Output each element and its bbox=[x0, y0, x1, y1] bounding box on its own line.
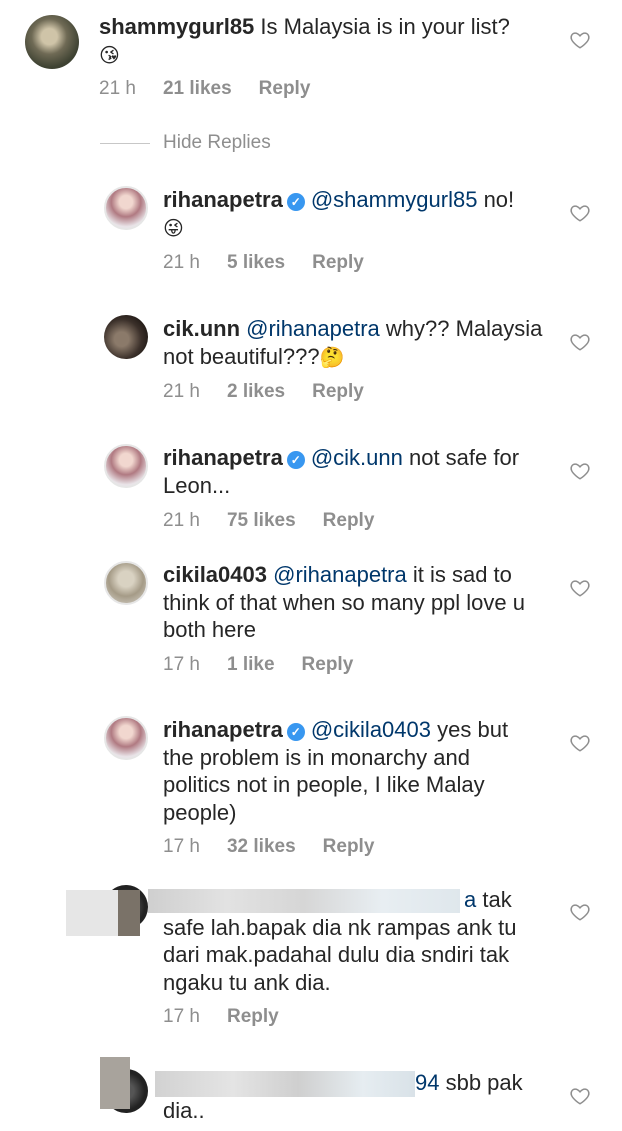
comment-body: sbb pak bbox=[439, 1070, 523, 1095]
comment-body: politics not in people, I like Malay bbox=[163, 772, 485, 797]
mention[interactable]: 94 bbox=[415, 1070, 439, 1095]
heart-icon[interactable] bbox=[569, 460, 591, 482]
username[interactable]: cik.unn bbox=[163, 316, 240, 341]
reply-button[interactable]: Reply bbox=[323, 836, 375, 857]
comment-meta: 17 h Reply bbox=[163, 1006, 306, 1028]
verified-badge-icon: ✓ bbox=[286, 193, 305, 211]
comment-body: Is Malaysia is in your list? bbox=[254, 14, 510, 39]
reply-button[interactable]: Reply bbox=[312, 252, 364, 273]
comment-text: a tak safe lah.bapak dia nk rampas ank t… bbox=[163, 886, 563, 996]
reply-button[interactable]: Reply bbox=[259, 78, 311, 99]
likes-count[interactable]: 1 like bbox=[227, 654, 275, 675]
avatar[interactable] bbox=[104, 716, 148, 760]
comment-meta: 21 h 21 likes Reply bbox=[99, 78, 337, 100]
heart-icon[interactable] bbox=[569, 1085, 591, 1107]
emoji: 🤔 bbox=[319, 344, 345, 369]
mention[interactable]: @shammygurl85 bbox=[311, 187, 478, 212]
username[interactable]: rihanapetra bbox=[163, 187, 283, 212]
avatar[interactable] bbox=[104, 186, 148, 230]
comment-meta: 21 h 2 likes Reply bbox=[163, 381, 391, 403]
emoji: 😘 bbox=[99, 42, 120, 67]
avatar[interactable] bbox=[104, 444, 148, 488]
avatar[interactable] bbox=[104, 561, 148, 605]
comment-text: cikila0403 @rihanapetra it is sad to thi… bbox=[163, 561, 563, 644]
comment-text: rihanapetra ✓ @cikila0403 yes but the prob… bbox=[163, 716, 563, 826]
timestamp: 17 h bbox=[163, 1006, 200, 1027]
comment-body: ngaku tu ank dia. bbox=[163, 969, 331, 995]
divider bbox=[100, 143, 150, 144]
comment-text: rihanapetra ✓ @shammygurl85 no! 😜 bbox=[163, 186, 563, 242]
likes-count[interactable]: 2 likes bbox=[227, 381, 285, 402]
heart-icon[interactable] bbox=[569, 901, 591, 923]
mention[interactable]: @cikila0403 bbox=[311, 717, 431, 742]
reply-button[interactable]: Reply bbox=[227, 1006, 279, 1027]
verified-badge-icon: ✓ bbox=[286, 451, 305, 469]
username[interactable]: rihanapetra bbox=[163, 717, 283, 742]
username[interactable]: shammygurl85 bbox=[99, 14, 254, 39]
comment-body: not beautiful??? bbox=[163, 343, 320, 369]
comment-body: yes but bbox=[431, 717, 509, 742]
comment-meta: 17 h 32 likes Reply bbox=[163, 836, 401, 858]
likes-count[interactable]: 32 likes bbox=[227, 836, 296, 857]
comment-meta: 21 h 5 likes Reply bbox=[163, 252, 391, 274]
likes-count[interactable]: 75 likes bbox=[227, 510, 296, 531]
heart-icon[interactable] bbox=[569, 202, 591, 224]
comment-body: both here bbox=[163, 617, 256, 642]
comment-body: no! bbox=[477, 187, 515, 212]
reply-button[interactable]: Reply bbox=[312, 381, 364, 402]
heart-icon[interactable] bbox=[569, 331, 591, 353]
emoji: 😜 bbox=[163, 215, 184, 240]
mention[interactable]: @cik.unn bbox=[311, 445, 403, 470]
timestamp: 21 h bbox=[163, 252, 200, 273]
comment-body: it is sad to bbox=[406, 562, 512, 587]
redaction-block bbox=[66, 890, 118, 936]
username[interactable]: cikila0403 bbox=[163, 562, 267, 587]
username[interactable]: rihanapetra bbox=[163, 445, 283, 470]
reply-button[interactable]: Reply bbox=[302, 654, 354, 675]
comment-body: tak bbox=[476, 887, 512, 912]
heart-icon[interactable] bbox=[569, 577, 591, 599]
reply-button[interactable]: Reply bbox=[323, 510, 375, 531]
comment-text: shammygurl85 Is Malaysia is in your list… bbox=[99, 13, 559, 69]
mention[interactable]: @rihanapetra bbox=[273, 562, 407, 587]
comment-meta: 21 h 75 likes Reply bbox=[163, 510, 401, 532]
comment-body: Leon... bbox=[163, 472, 231, 498]
timestamp: 17 h bbox=[163, 654, 200, 675]
avatar[interactable] bbox=[104, 315, 148, 359]
timestamp: 21 h bbox=[163, 510, 200, 531]
heart-icon[interactable] bbox=[569, 732, 591, 754]
comment-text: 94 sbb pak dia.. bbox=[163, 1069, 563, 1124]
comment-body: people) bbox=[163, 799, 237, 825]
likes-count[interactable]: 5 likes bbox=[227, 252, 285, 273]
timestamp: 21 h bbox=[163, 381, 200, 402]
comment-body: think of that when so many ppl love u bbox=[163, 589, 525, 615]
redaction-block bbox=[118, 890, 140, 936]
comment-body: safe lah.bapak dia nk rampas ank tu bbox=[163, 914, 517, 940]
comment-body: not safe for bbox=[402, 445, 520, 470]
mention[interactable]: a bbox=[464, 887, 476, 912]
verified-badge-icon: ✓ bbox=[286, 723, 305, 741]
redaction-block bbox=[100, 1057, 130, 1109]
likes-count[interactable]: 21 likes bbox=[163, 78, 232, 99]
timestamp: 17 h bbox=[163, 836, 200, 857]
avatar[interactable] bbox=[25, 15, 79, 69]
comment-text: rihanapetra ✓ @cik.unn not safe for Leon..… bbox=[163, 444, 563, 499]
comment-body: dari mak.padahal dulu dia sndiri tak bbox=[163, 942, 510, 967]
comment-text: cik.unn @rihanapetra why?? Malaysia not … bbox=[163, 315, 563, 371]
comment-body: dia.. bbox=[163, 1097, 205, 1123]
heart-icon[interactable] bbox=[569, 29, 591, 51]
mention[interactable]: @rihanapetra bbox=[246, 316, 380, 341]
comment-body: the problem is in monarchy and bbox=[163, 744, 470, 770]
hide-replies-button[interactable]: Hide Replies bbox=[163, 132, 271, 154]
timestamp: 21 h bbox=[99, 78, 136, 99]
comment-meta: 17 h 1 like Reply bbox=[163, 654, 380, 676]
comment-body: why?? Malaysia bbox=[379, 316, 543, 341]
